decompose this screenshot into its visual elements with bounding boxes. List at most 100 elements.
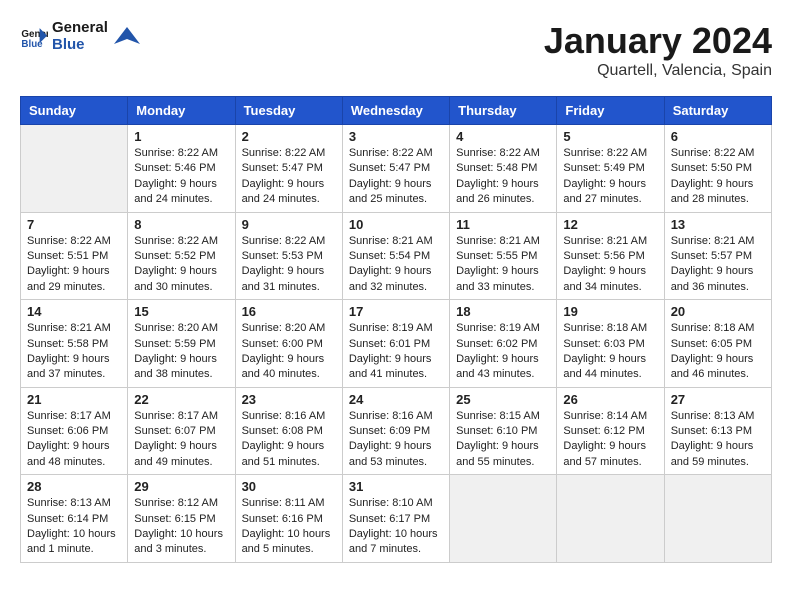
title-block: January 2024 Quartell, Valencia, Spain [544,20,772,80]
calendar-cell [450,475,557,563]
day-info: Sunrise: 8:20 AMSunset: 6:00 PMDaylight:… [242,321,336,383]
week-row-3: 14 Sunrise: 8:21 AMSunset: 5:58 PMDayligh… [21,300,772,388]
calendar-cell: 1 Sunrise: 8:22 AMSunset: 5:46 PMDaylight… [128,125,235,213]
day-number: 10 [349,217,443,232]
calendar-cell: 31 Sunrise: 8:10 AMSunset: 6:17 PMDayligh… [342,475,449,563]
week-row-5: 28Sunrise: 8:13 AMSunset: 6:14 PMDayligh… [21,475,772,563]
calendar-cell: 16 Sunrise: 8:20 AMSunset: 6:00 PMDayligh… [235,300,342,388]
header-sunday: Sunday [21,97,128,125]
day-info: Sunrise: 8:14 AMSunset: 6:12 PMDaylight:… [563,409,657,471]
calendar-cell: 4 Sunrise: 8:22 AMSunset: 5:48 PMDaylight… [450,125,557,213]
calendar-cell: 20Sunrise: 8:18 AMSunset: 6:05 PMDayligh… [664,300,771,388]
calendar-cell: 5Sunrise: 8:22 AMSunset: 5:49 PMDaylight… [557,125,664,213]
day-info: Sunrise: 8:22 AMSunset: 5:46 PMDaylight:… [134,146,228,208]
day-info: Sunrise: 8:17 AMSunset: 6:06 PMDaylight:… [27,409,121,471]
day-number: 13 [671,217,765,232]
day-number: 23 [242,392,336,407]
calendar-cell: 21 Sunrise: 8:17 AMSunset: 6:06 PMDayligh… [21,387,128,475]
week-row-2: 7Sunrise: 8:22 AMSunset: 5:51 PMDaylight… [21,212,772,300]
calendar-table: SundayMondayTuesdayWednesdayThursdayFrid… [20,96,772,563]
day-number: 26 [563,392,657,407]
day-number: 19 [563,304,657,319]
day-number: 21 [27,392,121,407]
week-row-4: 21 Sunrise: 8:17 AMSunset: 6:06 PMDayligh… [21,387,772,475]
day-number: 28 [27,479,121,494]
day-info: Sunrise: 8:22 AMSunset: 5:50 PMDaylight:… [671,146,765,208]
day-number: 14 [27,304,121,319]
day-info: Sunrise: 8:16 AMSunset: 6:09 PMDaylight:… [349,409,443,471]
calendar-cell: 13 Sunrise: 8:21 AMSunset: 5:57 PMDayligh… [664,212,771,300]
day-number: 17 [349,304,443,319]
day-info: Sunrise: 8:10 AMSunset: 6:17 PMDaylight:… [349,496,443,558]
day-number: 27 [671,392,765,407]
calendar-cell: 2 Sunrise: 8:22 AMSunset: 5:47 PMDaylight… [235,125,342,213]
day-number: 4 [456,129,550,144]
calendar-cell: 29Sunrise: 8:12 AMSunset: 6:15 PMDayligh… [128,475,235,563]
calendar-cell: 8 Sunrise: 8:22 AMSunset: 5:52 PMDaylight… [128,212,235,300]
header-wednesday: Wednesday [342,97,449,125]
day-info: Sunrise: 8:22 AMSunset: 5:47 PMDaylight:… [349,146,443,208]
day-number: 16 [242,304,336,319]
week-row-1: 1 Sunrise: 8:22 AMSunset: 5:46 PMDaylight… [21,125,772,213]
calendar-cell: 7Sunrise: 8:22 AMSunset: 5:51 PMDaylight… [21,212,128,300]
day-info: Sunrise: 8:21 AMSunset: 5:58 PMDaylight:… [27,321,121,383]
logo-blue: Blue [52,36,85,53]
day-info: Sunrise: 8:11 AMSunset: 6:16 PMDaylight:… [242,496,336,558]
day-number: 22 [134,392,228,407]
calendar-cell: 10Sunrise: 8:21 AMSunset: 5:54 PMDayligh… [342,212,449,300]
day-info: Sunrise: 8:22 AMSunset: 5:47 PMDaylight:… [242,146,336,208]
header-tuesday: Tuesday [235,97,342,125]
calendar-cell: 18Sunrise: 8:19 AMSunset: 6:02 PMDayligh… [450,300,557,388]
day-info: Sunrise: 8:22 AMSunset: 5:48 PMDaylight:… [456,146,550,208]
day-number: 18 [456,304,550,319]
day-number: 29 [134,479,228,494]
day-info: Sunrise: 8:22 AMSunset: 5:53 PMDaylight:… [242,234,336,296]
day-info: Sunrise: 8:13 AMSunset: 6:13 PMDaylight:… [671,409,765,471]
calendar-cell: 25Sunrise: 8:15 AMSunset: 6:10 PMDayligh… [450,387,557,475]
calendar-cell [21,125,128,213]
day-info: Sunrise: 8:21 AMSunset: 5:57 PMDaylight:… [671,234,765,296]
svg-text:Blue: Blue [21,38,43,49]
day-number: 3 [349,129,443,144]
calendar-cell: 23Sunrise: 8:16 AMSunset: 6:08 PMDayligh… [235,387,342,475]
logo-bird-icon [112,22,142,52]
day-number: 9 [242,217,336,232]
calendar-cell: 14 Sunrise: 8:21 AMSunset: 5:58 PMDayligh… [21,300,128,388]
calendar-cell: 6Sunrise: 8:22 AMSunset: 5:50 PMDaylight… [664,125,771,213]
day-number: 15 [134,304,228,319]
day-number: 5 [563,129,657,144]
calendar-cell: 24 Sunrise: 8:16 AMSunset: 6:09 PMDayligh… [342,387,449,475]
day-number: 2 [242,129,336,144]
day-number: 31 [349,479,443,494]
calendar-cell: 3 Sunrise: 8:22 AMSunset: 5:47 PMDaylight… [342,125,449,213]
calendar-cell: 27 Sunrise: 8:13 AMSunset: 6:13 PMDayligh… [664,387,771,475]
day-info: Sunrise: 8:19 AMSunset: 6:01 PMDaylight:… [349,321,443,383]
day-number: 25 [456,392,550,407]
calendar-cell: 15 Sunrise: 8:20 AMSunset: 5:59 PMDayligh… [128,300,235,388]
day-number: 1 [134,129,228,144]
day-info: Sunrise: 8:22 AMSunset: 5:51 PMDaylight:… [27,234,121,296]
header-friday: Friday [557,97,664,125]
calendar-cell: 28Sunrise: 8:13 AMSunset: 6:14 PMDayligh… [21,475,128,563]
header-monday: Monday [128,97,235,125]
calendar-cell: 26 Sunrise: 8:14 AMSunset: 6:12 PMDayligh… [557,387,664,475]
day-info: Sunrise: 8:20 AMSunset: 5:59 PMDaylight:… [134,321,228,383]
day-info: Sunrise: 8:22 AMSunset: 5:52 PMDaylight:… [134,234,228,296]
calendar-cell: 17 Sunrise: 8:19 AMSunset: 6:01 PMDayligh… [342,300,449,388]
calendar-cell [557,475,664,563]
header-thursday: Thursday [450,97,557,125]
logo: General Blue General Blue [20,20,142,53]
month-title: January 2024 [544,20,772,62]
calendar-cell: 12Sunrise: 8:21 AMSunset: 5:56 PMDayligh… [557,212,664,300]
calendar-cell: 9 Sunrise: 8:22 AMSunset: 5:53 PMDaylight… [235,212,342,300]
day-number: 8 [134,217,228,232]
calendar-cell: 11 Sunrise: 8:21 AMSunset: 5:55 PMDayligh… [450,212,557,300]
day-info: Sunrise: 8:17 AMSunset: 6:07 PMDaylight:… [134,409,228,471]
day-number: 11 [456,217,550,232]
calendar-cell [664,475,771,563]
day-number: 20 [671,304,765,319]
day-info: Sunrise: 8:21 AMSunset: 5:55 PMDaylight:… [456,234,550,296]
day-number: 24 [349,392,443,407]
location: Quartell, Valencia, Spain [544,62,772,80]
calendar-cell: 30Sunrise: 8:11 AMSunset: 6:16 PMDayligh… [235,475,342,563]
